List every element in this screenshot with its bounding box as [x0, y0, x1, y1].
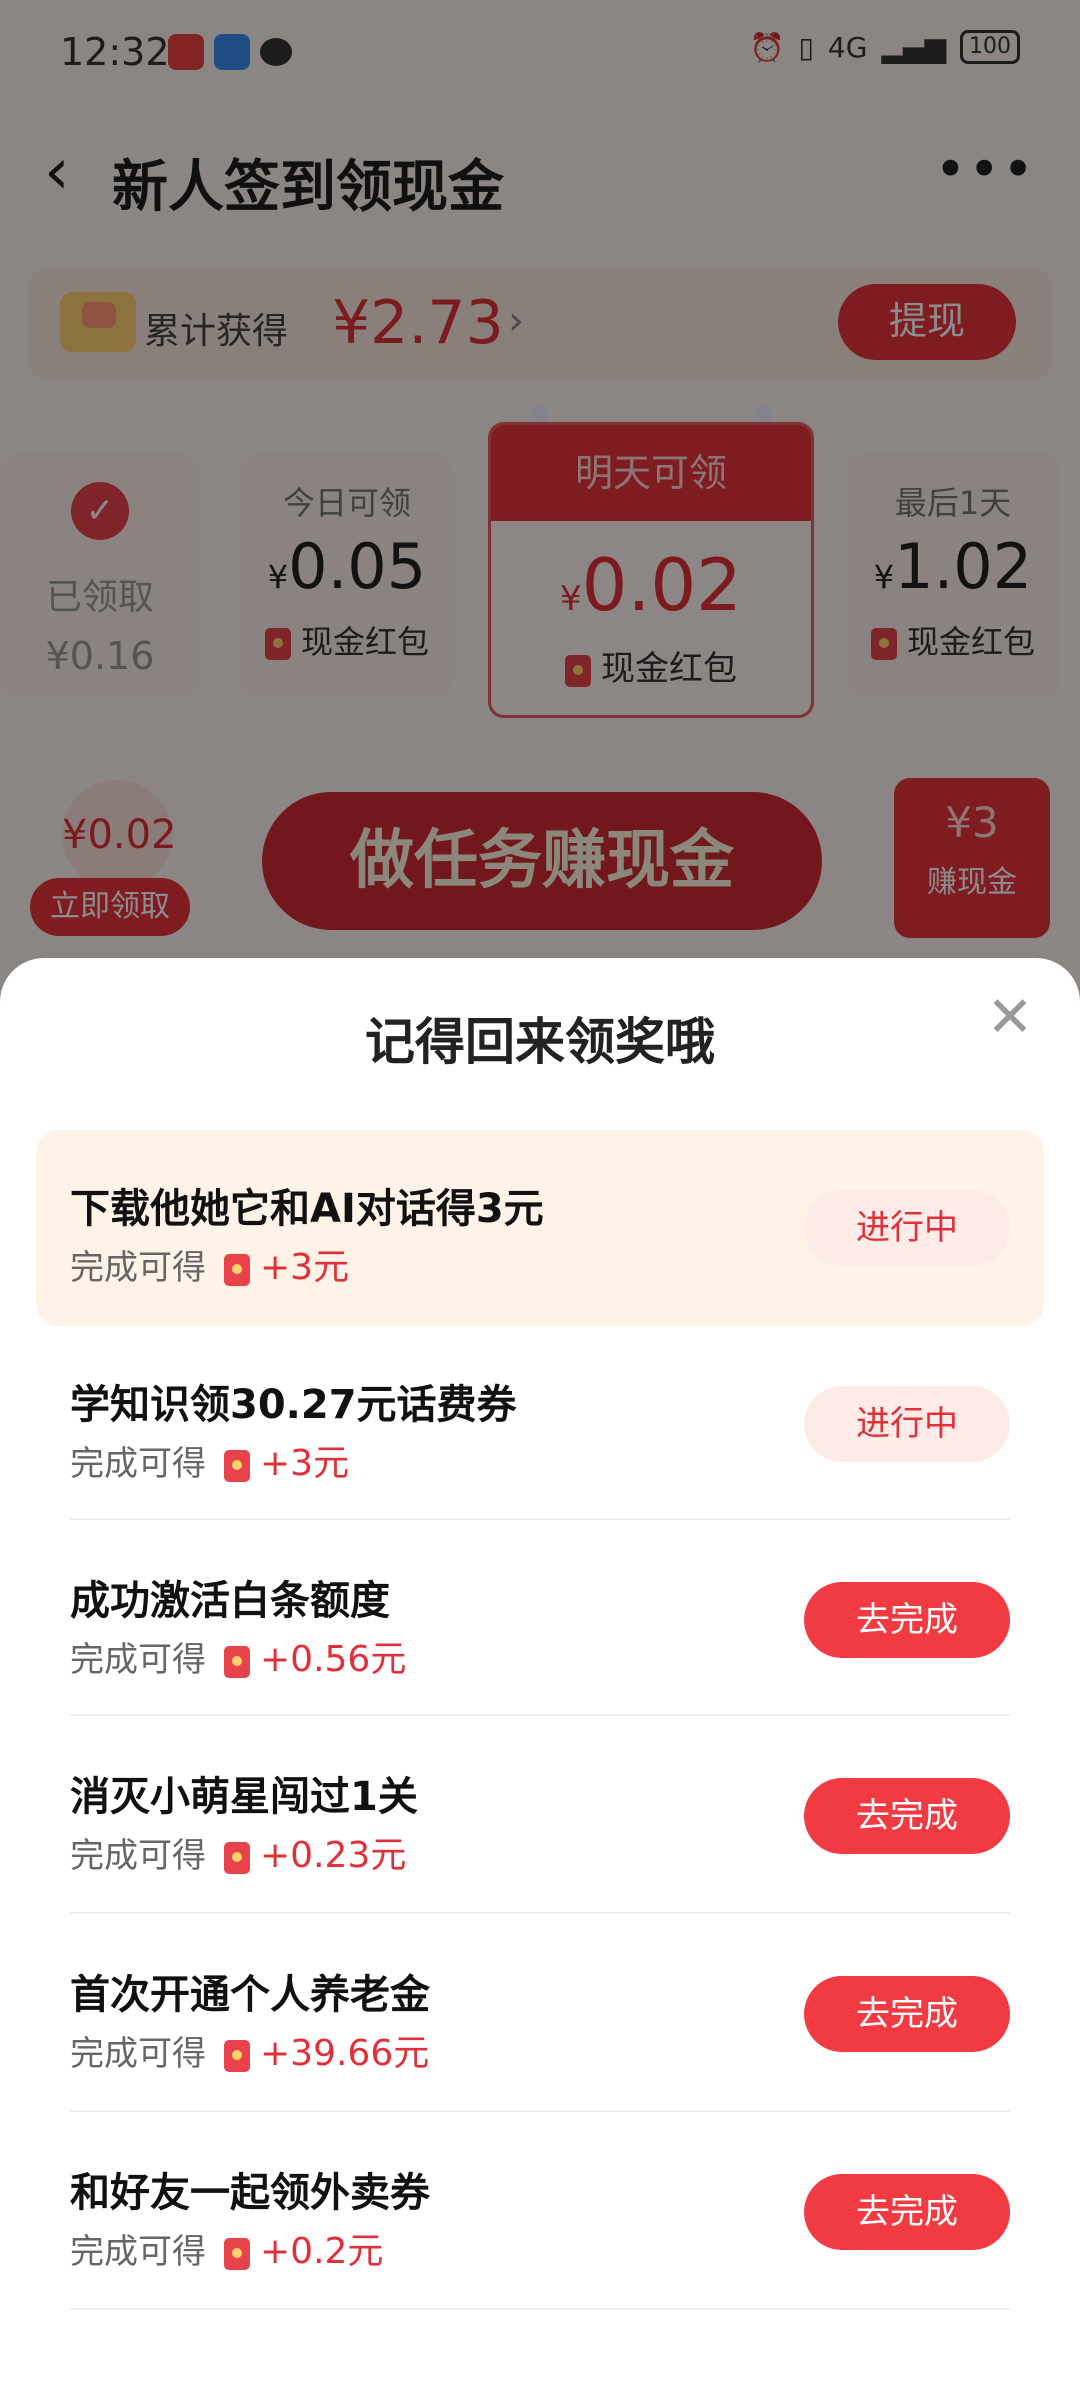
task-reward: 完成可得 +39.66元 — [70, 2024, 429, 2076]
task-title: 消灭小萌星闯过1关 — [70, 1774, 418, 1820]
reward-value: +3元 — [260, 1443, 350, 1484]
task-complete-button[interactable]: 去完成 — [804, 1778, 1010, 1854]
task-item: 消灭小萌星闯过1关 完成可得 +0.23元 去完成 — [36, 1718, 1044, 1914]
divider — [70, 2308, 1010, 2310]
task-sheet: 记得回来领奖哦 ✕ 下载他她它和AI对话得3元 完成可得 +3元 进行中 学知识领… — [0, 958, 1080, 2388]
reward-value: +0.2元 — [260, 2231, 384, 2272]
sheet-title: 记得回来领奖哦 — [365, 1013, 715, 1071]
task-reward: 完成可得 +0.56元 — [70, 1630, 406, 1682]
task-reward: 完成可得 +0.2元 — [70, 2222, 383, 2274]
red-packet-icon — [224, 2039, 250, 2072]
task-item: 成功激活白条额度 完成可得 +0.56元 去完成 — [36, 1522, 1044, 1718]
red-packet-icon — [224, 1253, 250, 1286]
task-item: 首次开通个人养老金 完成可得 +39.66元 去完成 — [36, 1916, 1044, 2112]
divider — [70, 2110, 1010, 2112]
red-packet-icon — [224, 2237, 250, 2270]
reward-prefix: 完成可得 — [70, 2232, 206, 2272]
task-item: 下载他她它和AI对话得3元 完成可得 +3元 进行中 — [36, 1130, 1044, 1326]
reward-value: +0.23元 — [260, 1835, 407, 1876]
reward-prefix: 完成可得 — [70, 1248, 206, 1288]
task-item: 和好友一起领外卖券 完成可得 +0.2元 去完成 — [36, 2114, 1044, 2310]
task-item: 学知识领30.27元话费券 完成可得 +3元 进行中 — [36, 1326, 1044, 1522]
task-reward: 完成可得 +3元 — [70, 1434, 349, 1486]
reward-value: +39.66元 — [260, 2033, 430, 2074]
reward-prefix: 完成可得 — [70, 1640, 206, 1680]
reward-prefix: 完成可得 — [70, 1444, 206, 1484]
task-title: 成功激活白条额度 — [70, 1578, 390, 1624]
task-complete-button[interactable]: 去完成 — [804, 1976, 1010, 2052]
reward-prefix: 完成可得 — [70, 1836, 206, 1876]
task-complete-button[interactable]: 去完成 — [804, 1582, 1010, 1658]
task-title: 首次开通个人养老金 — [70, 1972, 430, 2018]
task-complete-button[interactable]: 去完成 — [804, 2174, 1010, 2250]
divider — [70, 1912, 1010, 1914]
task-title: 下载他她它和AI对话得3元 — [70, 1186, 544, 1232]
task-in-progress-button[interactable]: 进行中 — [804, 1386, 1010, 1462]
red-packet-icon — [224, 1841, 250, 1874]
divider — [70, 1714, 1010, 1716]
task-title: 和好友一起领外卖券 — [70, 2170, 430, 2216]
reward-value: +3元 — [260, 1247, 350, 1288]
reward-prefix: 完成可得 — [70, 2034, 206, 2074]
divider — [70, 1518, 1010, 1520]
task-reward: 完成可得 +3元 — [70, 1238, 349, 1290]
task-title: 学知识领30.27元话费券 — [70, 1382, 517, 1428]
close-icon[interactable]: ✕ — [980, 988, 1040, 1048]
task-in-progress-button[interactable]: 进行中 — [804, 1190, 1010, 1266]
reward-value: +0.56元 — [260, 1639, 407, 1680]
red-packet-icon — [224, 1645, 250, 1678]
task-reward: 完成可得 +0.23元 — [70, 1826, 406, 1878]
red-packet-icon — [224, 1449, 250, 1482]
